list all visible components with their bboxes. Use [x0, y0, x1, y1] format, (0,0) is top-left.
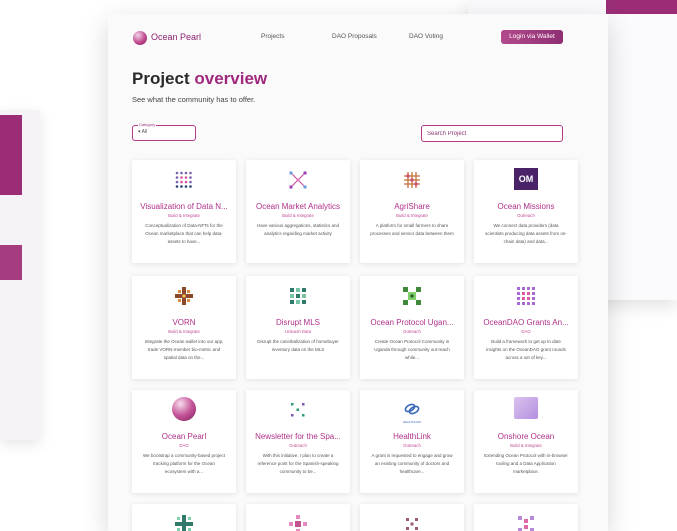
card-title: Disrupt MLS: [275, 318, 320, 327]
nav-link-dao-voting[interactable]: DAO Voting: [409, 33, 443, 40]
project-card[interactable]: HEALTHLINK HealthLink Outreach A grant i…: [360, 390, 464, 493]
card-description: Build a framework to get up to date insi…: [486, 339, 566, 360]
nav-link-projects[interactable]: Projects: [261, 33, 284, 40]
card-title: Newsletter for the Spa...: [255, 432, 341, 441]
project-card[interactable]: VORN Build & Integrate Integrate the Oce…: [132, 276, 236, 379]
dot-grid-icon: [175, 171, 192, 188]
card-category: Build & Integrate: [168, 329, 200, 334]
project-card[interactable]: [246, 504, 350, 531]
background-accent-band: [0, 115, 22, 195]
page-title: Project overview: [132, 69, 267, 89]
card-description: A grant is requested to engage and grow …: [371, 453, 453, 474]
card-title: Onshore Ocean: [497, 432, 555, 441]
card-title: Visualization of Data N...: [140, 202, 228, 211]
card-title: OceanDAO Grants An...: [483, 318, 569, 327]
pixel-cluster-icon: [518, 516, 534, 531]
card-category: Build & Integrate: [510, 443, 542, 448]
healthlink-icon: [404, 403, 420, 415]
background-panel-left: [0, 110, 40, 440]
card-title: AgriShare: [394, 202, 430, 211]
card-title: Ocean Pearl: [161, 432, 207, 441]
card-description: Create Ocean Protocol Community in Ugand…: [374, 339, 450, 360]
search-input[interactable]: [421, 125, 563, 142]
card-description: We connect data providers (data scientis…: [485, 223, 567, 244]
card-category: Outreach: [403, 443, 421, 448]
pixel-star-icon: [175, 515, 193, 531]
card-category: Build & Integrate: [396, 213, 428, 218]
pixel-pattern-icon: [290, 288, 306, 304]
card-description: Have various aggregations, statistics an…: [256, 223, 340, 236]
project-card[interactable]: Ocean Pearl DAO We bootstrap a community…: [132, 390, 236, 493]
nav-link-dao-proposals[interactable]: DAO Proposals: [332, 33, 377, 40]
category-select[interactable]: Category ▾ All: [132, 122, 196, 141]
card-description: We bootstrap a community-based project t…: [143, 453, 225, 474]
page-subtitle: See what the community has to offer.: [132, 95, 256, 104]
project-card[interactable]: Disrupt MLS Unleash Data Disrupt the can…: [246, 276, 350, 379]
pixel-mark-icon: [406, 518, 418, 530]
pixel-flower-icon: [289, 515, 307, 531]
card-title: HealthLink: [393, 432, 431, 441]
om-logo-icon: OM: [514, 168, 538, 190]
onshore-icon: [514, 397, 538, 419]
lattice-icon: [404, 172, 420, 188]
main-page: Ocean Pearl Projects DAO Proposals DAO V…: [108, 14, 608, 531]
pixel-grid-icon: [517, 287, 535, 305]
card-title: Ocean Protocol Ugan...: [370, 318, 454, 327]
project-card[interactable]: Visualization of Data N... Build & Integ…: [132, 160, 236, 263]
card-description: Integrate the Ocean wallet into our app,…: [144, 339, 224, 360]
background-accent-strip: [606, 0, 677, 14]
card-description: A platform for small farmers to share pr…: [370, 223, 454, 236]
page-title-accent: overview: [194, 69, 268, 88]
dots-icon: [291, 403, 305, 417]
project-card[interactable]: OceanDAO Grants An... DAO Build a framew…: [474, 276, 578, 379]
card-title: Ocean Missions: [497, 202, 555, 211]
category-label: Category: [138, 122, 157, 127]
category-value: ▾ All: [138, 129, 148, 135]
project-card[interactable]: Onshore Ocean Build & Integrate Extendin…: [474, 390, 578, 493]
login-wallet-button[interactable]: Login via Wallet: [501, 30, 563, 44]
card-category: DAO: [521, 329, 531, 334]
card-title: Ocean Market Analytics: [255, 202, 341, 211]
project-card[interactable]: AgriShare Build & Integrate A platform f…: [360, 160, 464, 263]
card-description: Disrupt the cannibalization of homebuyer…: [257, 339, 339, 352]
card-title: VORN: [172, 318, 196, 327]
card-category: Build & Integrate: [282, 213, 314, 218]
card-category: Outreach: [517, 213, 535, 218]
project-card[interactable]: [360, 504, 464, 531]
pearl-logo-icon[interactable]: [133, 31, 147, 45]
brand-name[interactable]: Ocean Pearl: [151, 32, 201, 42]
project-card[interactable]: [474, 504, 578, 531]
pearl-icon: [172, 397, 196, 421]
healthlink-logo-caption: HEALTHLINK: [402, 420, 422, 424]
pixel-square-icon: [403, 287, 421, 305]
card-description: With this initiative, I plan to create a…: [257, 453, 339, 474]
project-card[interactable]: Ocean Protocol Ugan... Outreach Create O…: [360, 276, 464, 379]
background-accent-band: [0, 245, 22, 280]
network-icon: [289, 171, 307, 189]
top-nav: Ocean Pearl Projects DAO Proposals DAO V…: [108, 14, 608, 60]
card-description: Extending Ocean Protocol with in-browser…: [484, 453, 568, 474]
card-category: Build & Integrate: [168, 213, 200, 218]
project-card[interactable]: Ocean Market Analytics Build & Integrate…: [246, 160, 350, 263]
card-category: Outreach: [403, 329, 421, 334]
project-card[interactable]: [132, 504, 236, 531]
project-card[interactable]: Newsletter for the Spa... Outreach With …: [246, 390, 350, 493]
card-category: DAO: [179, 443, 189, 448]
pixel-cross-icon: [175, 287, 193, 305]
card-description: Conceptualization of Data-NFTs for the O…: [145, 223, 223, 244]
page-title-plain: Project: [132, 69, 190, 88]
card-category: Outreach: [289, 443, 307, 448]
card-category: Unleash Data: [284, 329, 312, 334]
project-card[interactable]: OM Ocean Missions Outreach We connect da…: [474, 160, 578, 263]
